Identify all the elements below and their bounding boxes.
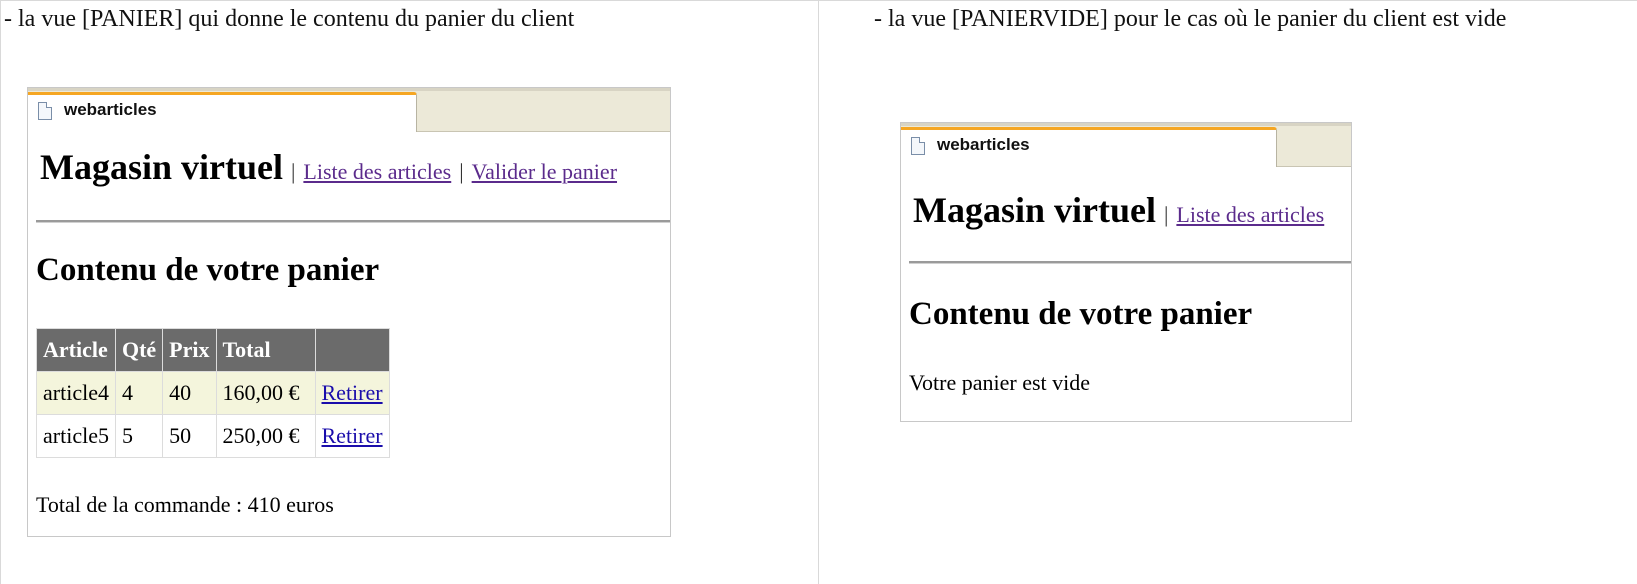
tab-label: webarticles [64,100,157,119]
cell-total: 250,00 € [215,414,316,458]
site-title: Magasin virtuel [40,147,283,187]
cell-article: article4 [36,371,116,415]
column-header-article: Article [36,328,116,372]
tab-webarticles[interactable]: webarticles [901,127,1277,167]
cell-qte: 5 [114,414,164,458]
order-total: Total de la commande : 410 euros [36,492,334,517]
cell-article: article5 [36,414,116,458]
link-liste-articles[interactable]: Liste des articles [1176,202,1324,227]
table-row: article5 5 50 250,00 € Retirer [36,414,390,458]
link-liste-articles[interactable]: Liste des articles [303,159,451,184]
column-header-prix: Prix [162,328,217,372]
cell-qte: 4 [114,371,164,415]
tab-label: webarticles [937,135,1030,154]
column-header-action [314,328,390,372]
retirer-link[interactable]: Retirer [322,380,383,405]
cell-action: Retirer [314,414,390,458]
browser-window-panier: webarticles Magasin virtuel | Liste des … [27,87,671,537]
cart-table: Article Qté Prix Total article4 4 40 160… [36,328,390,458]
horizontal-rule [909,261,1351,264]
table-row: article4 4 40 160,00 € Retirer [36,371,390,415]
retirer-link[interactable]: Retirer [322,423,383,448]
site-title: Magasin virtuel [913,190,1156,230]
browser-window-panier-vide: webarticles Magasin virtuel | Liste des … [900,122,1352,422]
nav-separator: | [459,159,464,184]
nav-separator: | [290,159,296,184]
page-icon [38,102,52,120]
horizontal-rule [36,220,670,223]
page-icon [911,137,925,155]
page-header: Magasin virtuel | Liste des articles | V… [40,146,617,188]
link-valider-panier[interactable]: Valider le panier [472,159,617,184]
cell-total: 160,00 € [215,371,316,415]
section-title: Contenu de votre panier [36,252,380,288]
nav-separator: | [1163,202,1169,227]
caption-panier: - la vue [PANIER] qui donne le contenu d… [4,6,575,32]
cell-action: Retirer [314,371,390,415]
tab-bar: webarticles [28,88,670,132]
page-header: Magasin virtuel | Liste des articles [913,189,1324,231]
empty-cart-message: Votre panier est vide [909,370,1091,395]
cell-prix: 50 [162,414,217,458]
cell-prix: 40 [162,371,217,415]
caption-panier-vide: - la vue [PANIERVIDE] pour le cas où le … [874,6,1507,32]
column-header-qte: Qté [114,328,164,372]
section-title: Contenu de votre panier [909,296,1253,332]
column-header-total: Total [215,328,316,372]
column-divider [818,0,819,584]
table-header-row: Article Qté Prix Total [36,328,390,372]
tab-bar: webarticles [901,123,1351,167]
tab-webarticles[interactable]: webarticles [28,92,417,132]
